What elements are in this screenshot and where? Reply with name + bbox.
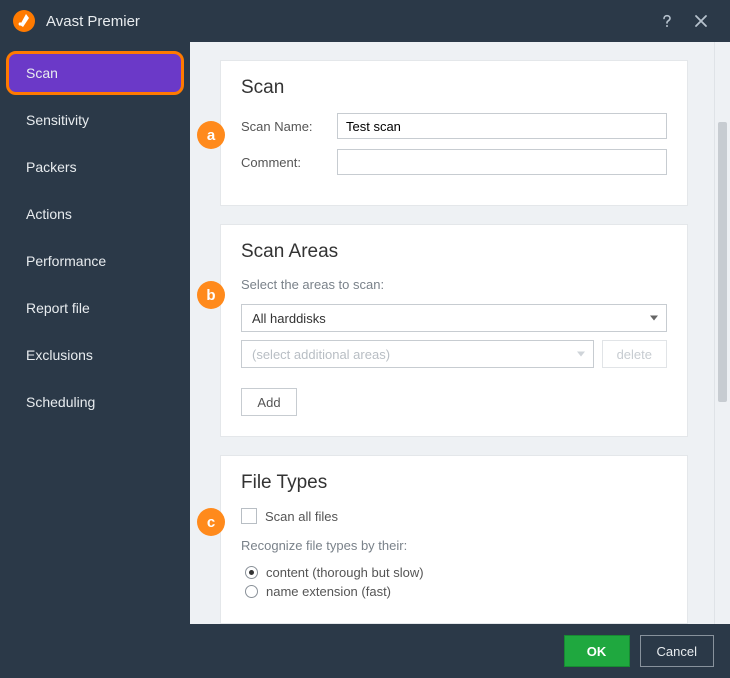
- panel-heading: Scan: [241, 77, 667, 99]
- cancel-button[interactable]: Cancel: [640, 635, 714, 667]
- sidebar-item-label: Scan: [26, 65, 58, 81]
- sidebar-item-scheduling[interactable]: Scheduling: [6, 380, 184, 424]
- radio-extension[interactable]: [245, 585, 258, 598]
- panel-scan: Scan Scan Name: Comment:: [220, 60, 688, 206]
- scan-all-row: Scan all files: [241, 508, 667, 524]
- close-icon: [694, 14, 708, 28]
- sidebar-item-exclusions[interactable]: Exclusions: [6, 333, 184, 377]
- help-icon: [659, 13, 675, 29]
- annotation-badge-b: b: [197, 281, 225, 309]
- add-area-button[interactable]: Add: [241, 388, 297, 416]
- annotation-badge-c: c: [197, 508, 225, 536]
- areas-hint: Select the areas to scan:: [241, 277, 667, 292]
- scrollbar-thumb[interactable]: [718, 122, 727, 402]
- sidebar-item-label: Scheduling: [26, 394, 95, 410]
- app-title: Avast Premier: [46, 13, 140, 30]
- panel-scan-areas: Scan Areas Select the areas to scan: All…: [220, 224, 688, 437]
- chevron-down-icon: [577, 352, 585, 357]
- radio-content[interactable]: [245, 566, 258, 579]
- comment-input[interactable]: [337, 149, 667, 175]
- scan-name-label: Scan Name:: [241, 119, 331, 134]
- sidebar-item-label: Exclusions: [26, 347, 93, 363]
- panel-file-types: File Types Scan all files Recognize file…: [220, 455, 688, 624]
- sidebar-item-sensitivity[interactable]: Sensitivity: [6, 98, 184, 142]
- scan-name-input[interactable]: [337, 113, 667, 139]
- annotation-badge-a: a: [197, 121, 225, 149]
- titlebar: Avast Premier: [0, 0, 730, 42]
- settings-dialog: Avast Premier Scan Sensitivity Packers: [0, 0, 730, 678]
- panel-heading: Scan Areas: [241, 241, 667, 263]
- area-additional-select[interactable]: (select additional areas): [241, 340, 594, 368]
- area-select-row-1: All harddisks: [241, 304, 667, 332]
- area-select[interactable]: All harddisks: [241, 304, 667, 332]
- radio-extension-label: name extension (fast): [266, 584, 391, 599]
- radio-row-extension: name extension (fast): [245, 584, 667, 599]
- area-select-value: All harddisks: [252, 311, 326, 326]
- content-wrap: Scan Scan Name: Comment: Scan Areas Sele…: [190, 42, 730, 624]
- sidebar-item-performance[interactable]: Performance: [6, 239, 184, 283]
- area-additional-placeholder: (select additional areas): [252, 347, 390, 362]
- row-comment: Comment:: [241, 149, 667, 175]
- sidebar-item-label: Actions: [26, 206, 72, 222]
- close-button[interactable]: [684, 4, 718, 38]
- sidebar-item-actions[interactable]: Actions: [6, 192, 184, 236]
- sidebar-item-scan[interactable]: Scan: [6, 51, 184, 95]
- ok-button[interactable]: OK: [564, 635, 630, 667]
- row-scan-name: Scan Name:: [241, 113, 667, 139]
- recognize-label: Recognize file types by their:: [241, 538, 667, 553]
- dialog-footer: OK Cancel: [0, 624, 730, 678]
- sidebar-item-label: Performance: [26, 253, 106, 269]
- radio-row-content: content (thorough but slow): [245, 565, 667, 580]
- vertical-scrollbar[interactable]: [714, 42, 730, 624]
- sidebar-item-packers[interactable]: Packers: [6, 145, 184, 189]
- sidebar-item-report-file[interactable]: Report file: [6, 286, 184, 330]
- area-select-row-additional: (select additional areas) delete: [241, 340, 667, 368]
- content: Scan Scan Name: Comment: Scan Areas Sele…: [190, 42, 714, 624]
- sidebar: Scan Sensitivity Packers Actions Perform…: [0, 42, 190, 624]
- scan-all-checkbox[interactable]: [241, 508, 257, 524]
- dialog-body: Scan Sensitivity Packers Actions Perform…: [0, 42, 730, 624]
- chevron-down-icon: [650, 316, 658, 321]
- panel-heading: File Types: [241, 472, 667, 494]
- delete-area-button: delete: [602, 340, 667, 368]
- sidebar-item-label: Report file: [26, 300, 90, 316]
- avast-logo-icon: [12, 9, 36, 33]
- scan-all-label: Scan all files: [265, 509, 338, 524]
- comment-label: Comment:: [241, 155, 331, 170]
- sidebar-item-label: Sensitivity: [26, 112, 89, 128]
- help-button[interactable]: [650, 4, 684, 38]
- radio-content-label: content (thorough but slow): [266, 565, 424, 580]
- sidebar-item-label: Packers: [26, 159, 77, 175]
